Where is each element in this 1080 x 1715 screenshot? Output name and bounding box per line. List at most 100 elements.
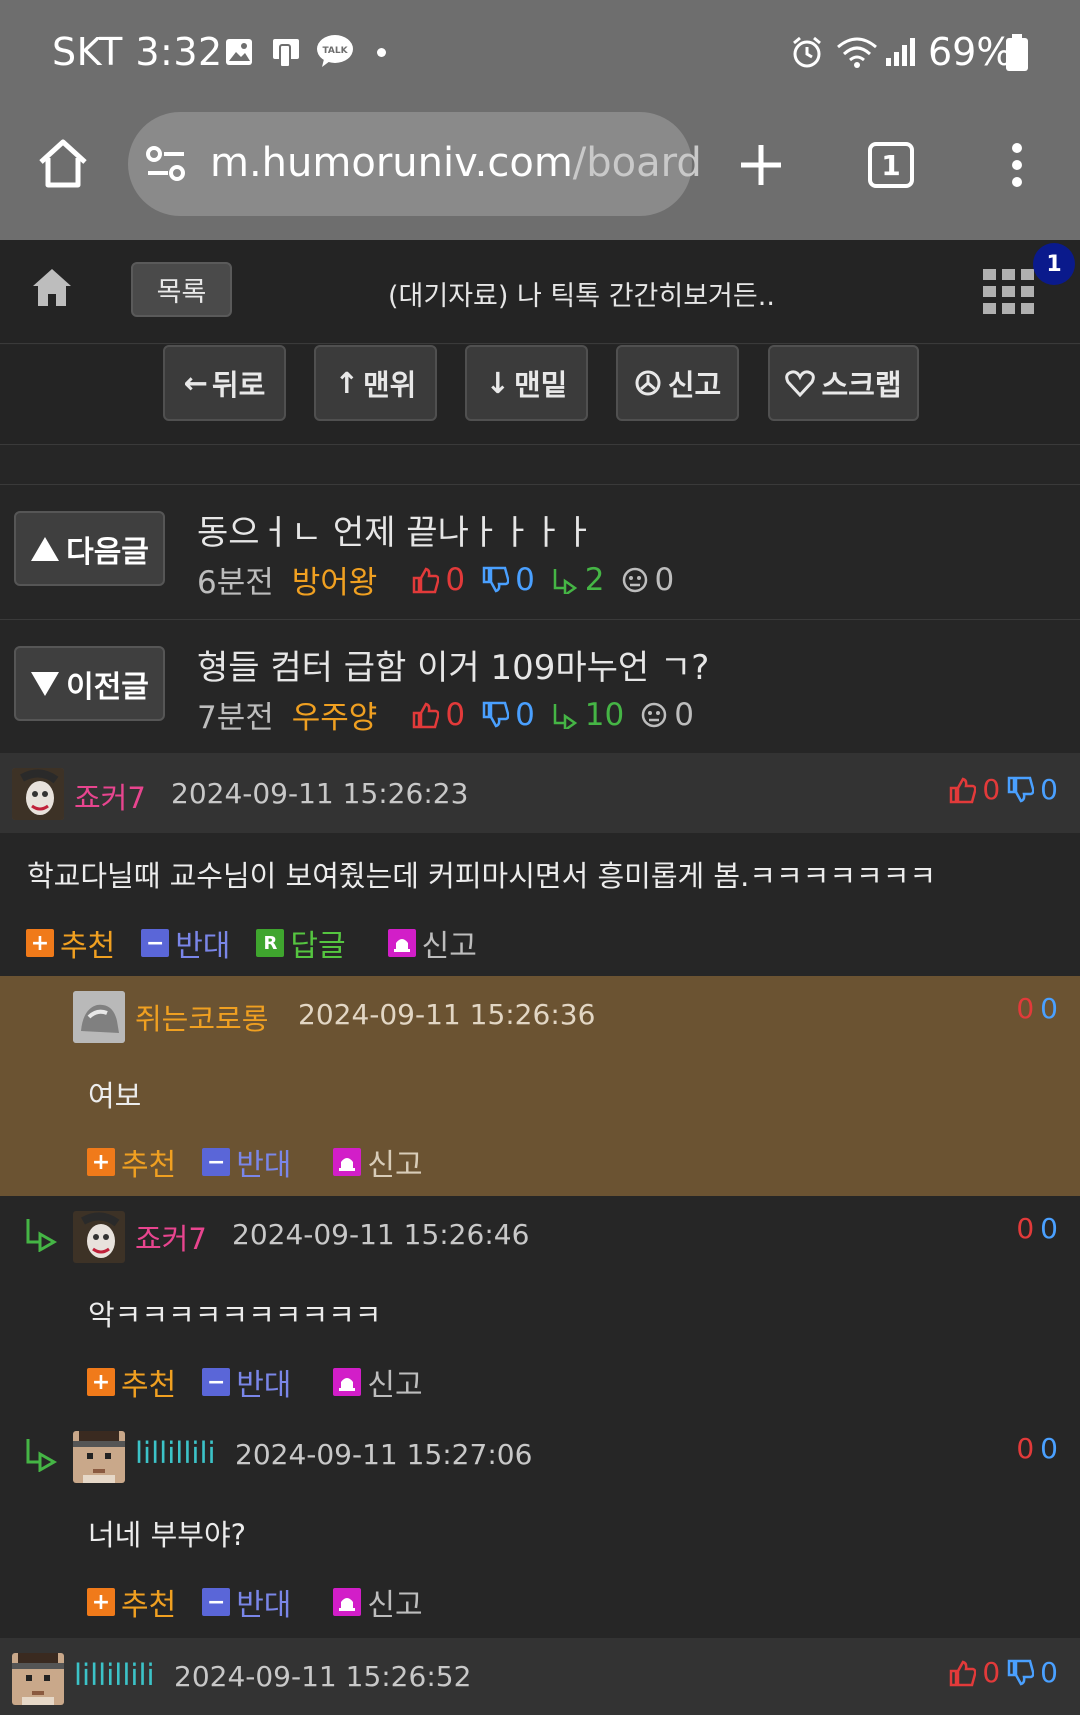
oppose-label: 반대	[236, 1368, 292, 1403]
left-arrow-icon: ←	[183, 366, 208, 400]
divider	[0, 444, 1080, 484]
recommend-button[interactable]: + 추천	[87, 1140, 176, 1184]
scrap-button[interactable]: 스크랩	[768, 345, 919, 421]
prev-post-time: 7분전	[197, 700, 274, 736]
comment-up-count[interactable]: 0	[1016, 1432, 1034, 1465]
comment-votes: 0 0	[948, 773, 1058, 806]
comment-author[interactable]: 죠커7	[135, 1216, 207, 1258]
comment-actions: + 추천 − 반대 R 답글 신고	[26, 921, 503, 965]
top-button[interactable]: ↑ 맨위	[314, 345, 437, 421]
site-settings-icon[interactable]	[146, 145, 186, 183]
avatar[interactable]	[73, 991, 125, 1043]
avatar[interactable]	[73, 1431, 125, 1483]
oppose-button[interactable]: − 반대	[141, 921, 230, 965]
more-menu-icon[interactable]	[1005, 140, 1029, 190]
list-button[interactable]: 목록	[131, 262, 232, 317]
minus-icon: −	[202, 1368, 231, 1396]
next-post-button[interactable]: 다음글	[14, 511, 165, 586]
oppose-button[interactable]: − 반대	[202, 1140, 291, 1184]
avatar[interactable]	[12, 768, 64, 820]
face-icon	[642, 702, 667, 727]
grid-menu[interactable]	[982, 263, 1036, 321]
thumbs-down-icon[interactable]	[1006, 776, 1035, 804]
comment-text: 악ㅋㅋㅋㅋㅋㅋㅋㅋㅋㅋ	[88, 1298, 382, 1332]
comment-votes: 0 0	[948, 1656, 1058, 1689]
reply-comment: lillillili 2024-09-11 15:27:06 0 0 너네 부부…	[0, 1416, 1080, 1638]
notification-dot	[377, 48, 386, 57]
reply-button[interactable]: R 답글	[256, 921, 346, 965]
next-post-author[interactable]: 방어왕	[292, 557, 378, 602]
thumbs-down-icon	[482, 701, 510, 727]
oppose-button[interactable]: − 반대	[202, 1580, 291, 1624]
report-button[interactable]: 신고	[616, 345, 739, 421]
top-label: 맨위	[362, 368, 417, 402]
report-comment-button[interactable]: 신고	[333, 1360, 423, 1404]
comment-author[interactable]: 죠커7	[74, 775, 146, 817]
recommend-button[interactable]: + 추천	[87, 1580, 176, 1624]
back-button[interactable]: ← 뒤로	[163, 345, 286, 421]
post-toolbar: ← 뒤로 ↑ 맨위 ↓ 맨밑 신고 스크랩	[0, 345, 1080, 445]
comment-up-count[interactable]: 0	[1016, 1212, 1034, 1245]
bottom-button[interactable]: ↓ 맨밑	[465, 345, 588, 421]
report-label: 신고	[367, 1148, 423, 1183]
next-post-up-count: 0	[445, 561, 466, 598]
site-home-icon[interactable]	[30, 266, 74, 310]
next-post-down-count: 0	[515, 561, 535, 598]
svg-text:TALK: TALK	[322, 46, 348, 56]
comment-down-count[interactable]: 0	[1040, 992, 1058, 1025]
home-icon[interactable]	[36, 137, 90, 191]
prev-post-title[interactable]: 형들 컴터 급함 이거 109마누언 ㄱ?	[197, 640, 709, 689]
tab-switcher-button[interactable]: 1	[868, 142, 914, 188]
recommend-button[interactable]: + 추천	[26, 921, 115, 965]
next-post-replies: 2	[551, 562, 605, 598]
recommend-label: 추천	[121, 1148, 177, 1183]
next-post-title[interactable]: 동으ㅓㄴ 언제 끝나ㅏㅏㅏㅏ	[197, 505, 594, 554]
battery-percent: 69%	[928, 30, 1013, 74]
next-post-label: 다음글	[66, 534, 149, 570]
comment-header: lillillili 2024-09-11 15:26:52 0 0	[0, 1638, 1080, 1715]
oppose-button[interactable]: − 반대	[202, 1360, 291, 1404]
thumbs-up-icon[interactable]	[948, 1659, 977, 1687]
avatar[interactable]	[73, 1211, 125, 1263]
comment-author[interactable]: 쥐는코로롱	[135, 996, 268, 1038]
new-tab-icon[interactable]	[738, 142, 784, 188]
minus-icon: −	[202, 1148, 231, 1176]
comment-up-count[interactable]: 0	[1016, 992, 1034, 1025]
comment-date: 2024-09-11 15:26:46	[232, 1218, 530, 1251]
report-comment-button[interactable]: 신고	[333, 1140, 423, 1184]
comment-up-count: 0	[982, 773, 1001, 806]
thumbs-up-icon[interactable]	[948, 776, 977, 804]
next-post-row[interactable]: 다음글 동으ㅓㄴ 언제 끝나ㅏㅏㅏㅏ 6분전 방어왕 0 0 2 0	[0, 484, 1080, 619]
recommend-button[interactable]: + 추천	[87, 1360, 176, 1404]
comment-author[interactable]: lillillili	[135, 1436, 216, 1470]
report-label: 신고	[367, 1368, 423, 1403]
thumbs-down-icon[interactable]	[1006, 1659, 1035, 1687]
plus-icon: +	[87, 1588, 115, 1616]
comment-votes: 0 0	[1016, 992, 1058, 1025]
report-comment-button[interactable]: 신고	[387, 921, 477, 965]
next-post-views: 0	[621, 562, 674, 598]
comment-author[interactable]: lillillili	[74, 1658, 155, 1692]
triangle-up-icon	[31, 536, 60, 561]
prev-post-button[interactable]: 이전글	[14, 646, 165, 721]
reply-comment: 쥐는코로롱 2024-09-11 15:26:36 0 0 여보 + 추천 − 반대…	[0, 976, 1080, 1196]
comment-down-count[interactable]: 0	[1040, 1212, 1058, 1245]
comment-down-count[interactable]: 0	[1040, 1432, 1058, 1465]
avatar[interactable]	[12, 1653, 64, 1705]
grid-menu-icon[interactable]	[982, 263, 1036, 317]
report-comment-button[interactable]: 신고	[333, 1580, 423, 1624]
prev-post-author[interactable]: 우주양	[292, 692, 378, 737]
url-text[interactable]: m.humoruniv.com/board	[210, 140, 702, 186]
joker-avatar-icon	[73, 1211, 125, 1263]
status-bar: SKT 3:32 TALK 69%	[0, 0, 1080, 105]
reply-arrow-icon	[26, 1439, 58, 1472]
pixel-face-avatar-icon	[12, 1653, 64, 1705]
reply-label: 답글	[290, 929, 346, 964]
joker-avatar-icon	[12, 768, 64, 820]
prev-post-replies: 10	[551, 697, 624, 733]
screen-icon	[273, 39, 299, 68]
report-label: 신고	[367, 1588, 423, 1623]
prev-post-row[interactable]: 이전글 형들 컴터 급함 이거 109마누언 ㄱ? 7분전 우주양 0 0 10…	[0, 619, 1080, 753]
address-bar[interactable]: m.humoruniv.com/board	[128, 112, 702, 216]
oppose-label: 반대	[236, 1588, 292, 1623]
